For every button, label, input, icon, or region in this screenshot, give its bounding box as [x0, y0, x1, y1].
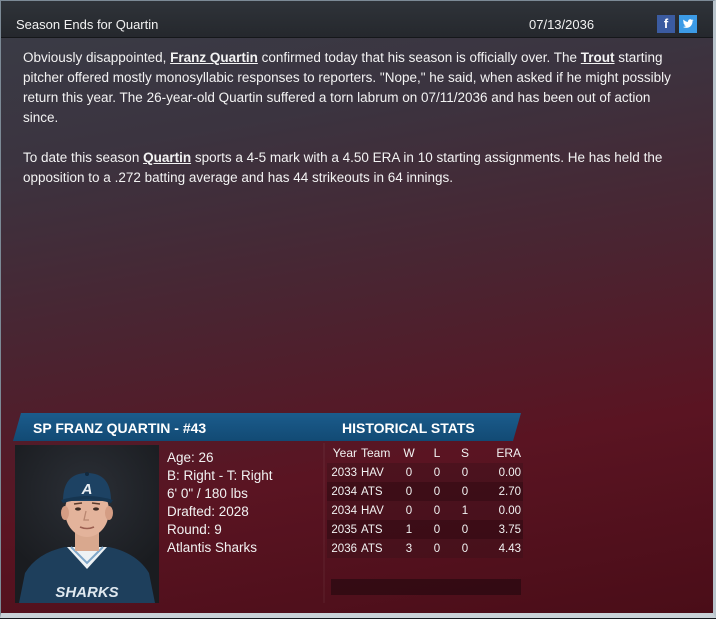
- table-row: 2034 ATS 0 0 0 2.70: [327, 482, 523, 501]
- article-body: Obviously disappointed, Franz Quartin co…: [23, 48, 683, 208]
- article-paragraph: To date this season Quartin sports a 4-5…: [23, 150, 663, 185]
- player-avatar-image: SHARKS A: [19, 472, 155, 603]
- col-team[interactable]: Team: [357, 443, 395, 463]
- twitter-bird-icon: [682, 19, 694, 28]
- article-date: 07/13/2036: [529, 17, 595, 32]
- table-row: 2035 ATS 1 0 0 3.75: [327, 520, 523, 539]
- player-link[interactable]: Franz Quartin: [170, 50, 258, 65]
- player-drafted: Drafted: 2028: [167, 504, 249, 519]
- facebook-share-icon[interactable]: f: [657, 15, 675, 33]
- player-height-weight: 6' 0" / 180 lbs: [167, 486, 248, 501]
- col-l[interactable]: L: [423, 443, 451, 463]
- jersey-lettering: SHARKS: [55, 584, 118, 601]
- news-window: Season Ends for Quartin 07/13/2036 f Obv…: [0, 0, 716, 618]
- cap-logo: A: [81, 481, 93, 498]
- col-year[interactable]: Year: [327, 443, 357, 463]
- player-bats-throws: B: Right - T: Right: [167, 468, 273, 483]
- twitter-share-icon[interactable]: [679, 15, 697, 33]
- col-s[interactable]: S: [451, 443, 479, 463]
- player-card-title[interactable]: SP FRANZ QUARTIN - #43: [33, 420, 206, 436]
- article-paragraph: Obviously disappointed, Franz Quartin co…: [23, 50, 671, 125]
- table-row: 2033 HAV 0 0 0 0.00: [327, 463, 523, 482]
- team-link[interactable]: Trout: [581, 50, 615, 65]
- player-age: Age: 26: [167, 450, 214, 465]
- divider: [323, 443, 325, 603]
- col-w[interactable]: W: [395, 443, 423, 463]
- stats-footer-bar: [331, 579, 521, 595]
- table-row: 2036 ATS 3 0 0 4.43: [327, 539, 523, 558]
- col-era[interactable]: ERA: [479, 443, 523, 463]
- title-bar: Season Ends for Quartin 07/13/2036 f: [1, 1, 713, 38]
- stats-header-row: Year Team W L S ERA: [327, 443, 523, 463]
- historical-stats-table: Year Team W L S ERA 2033 HAV 0 0 0 0.00: [327, 443, 523, 558]
- historical-stats-title: HISTORICAL STATS: [342, 420, 475, 436]
- player-portrait[interactable]: SHARKS A: [15, 445, 159, 603]
- player-link[interactable]: Quartin: [143, 150, 191, 165]
- player-team: Atlantis Sharks: [167, 540, 258, 555]
- table-row: 2034 HAV 0 0 1 0.00: [327, 501, 523, 520]
- article-title: Season Ends for Quartin: [16, 17, 159, 32]
- player-draft-round: Round: 9: [167, 522, 222, 537]
- player-bio: Age: 26 B: Right - T: Right 6' 0" / 180 …: [167, 449, 273, 557]
